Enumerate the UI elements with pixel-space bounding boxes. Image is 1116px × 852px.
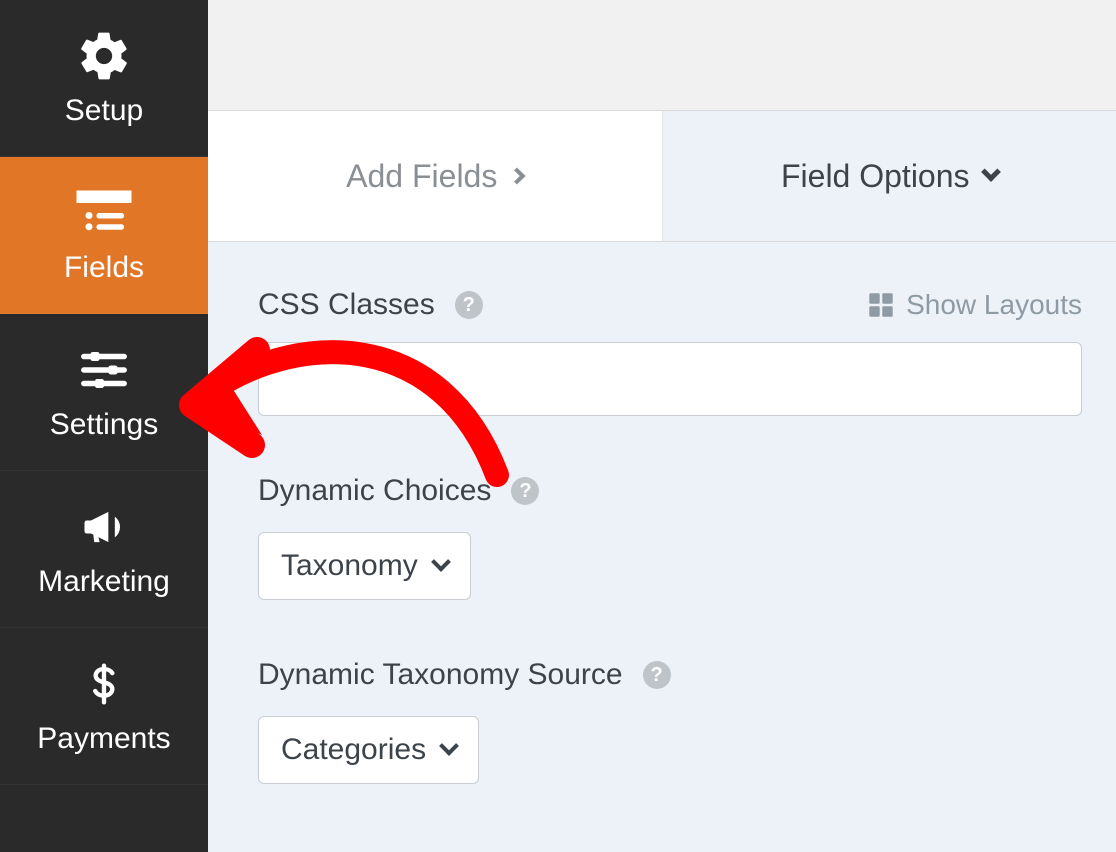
select-value: Taxonomy bbox=[281, 549, 418, 583]
top-bar bbox=[208, 0, 1116, 111]
sidebar-item-payments[interactable]: Payments bbox=[0, 628, 208, 785]
dynamic-choices-label: Dynamic Choices bbox=[258, 474, 491, 508]
gear-icon bbox=[69, 26, 139, 86]
sidebar-item-label: Setup bbox=[65, 94, 143, 128]
sidebar-item-label: Fields bbox=[64, 251, 144, 285]
tab-label: Field Options bbox=[781, 158, 970, 195]
dynamic-choices-select[interactable]: Taxonomy bbox=[258, 532, 471, 600]
chevron-down-icon bbox=[439, 736, 459, 756]
field-options-panel: CSS Classes ? Show Layouts Dynamic Choic… bbox=[208, 242, 1116, 852]
chevron-down-icon bbox=[981, 162, 1001, 182]
chevron-down-icon bbox=[431, 552, 451, 572]
megaphone-icon bbox=[69, 497, 139, 557]
help-icon[interactable]: ? bbox=[511, 477, 539, 505]
grid-icon bbox=[868, 292, 894, 318]
select-value: Categories bbox=[281, 733, 426, 767]
sidebar-item-label: Payments bbox=[37, 722, 170, 756]
css-classes-label: CSS Classes bbox=[258, 288, 435, 322]
sidebar-item-setup[interactable]: Setup bbox=[0, 0, 208, 157]
tab-field-options[interactable]: Field Options bbox=[663, 111, 1116, 241]
dynamic-taxonomy-source-select[interactable]: Categories bbox=[258, 716, 479, 784]
sidebar-item-fields[interactable]: Fields bbox=[0, 157, 208, 314]
css-classes-header: CSS Classes ? Show Layouts bbox=[258, 288, 1082, 322]
sidebar-item-marketing[interactable]: Marketing bbox=[0, 471, 208, 628]
dollar-icon bbox=[69, 654, 139, 714]
show-layouts-label: Show Layouts bbox=[906, 289, 1082, 321]
tab-add-fields[interactable]: Add Fields bbox=[208, 111, 663, 241]
css-classes-input[interactable] bbox=[258, 342, 1082, 416]
form-list-icon bbox=[69, 183, 139, 243]
sidebar-item-settings[interactable]: Settings bbox=[0, 314, 208, 471]
tab-label: Add Fields bbox=[346, 158, 497, 195]
chevron-right-icon bbox=[509, 168, 526, 185]
sidebar-item-label: Settings bbox=[50, 408, 158, 442]
sidebar-item-label: Marketing bbox=[38, 565, 170, 599]
help-icon[interactable]: ? bbox=[643, 661, 671, 689]
dynamic-taxonomy-source-label: Dynamic Taxonomy Source bbox=[258, 658, 623, 692]
sliders-icon bbox=[69, 340, 139, 400]
help-icon[interactable]: ? bbox=[455, 291, 483, 319]
show-layouts-button[interactable]: Show Layouts bbox=[868, 289, 1082, 321]
secondary-tabs: Add Fields Field Options bbox=[208, 111, 1116, 242]
main-area: Add Fields Field Options CSS Classes ? S… bbox=[208, 0, 1116, 852]
sidebar: Setup Fields Settings Marketing Payments bbox=[0, 0, 208, 852]
